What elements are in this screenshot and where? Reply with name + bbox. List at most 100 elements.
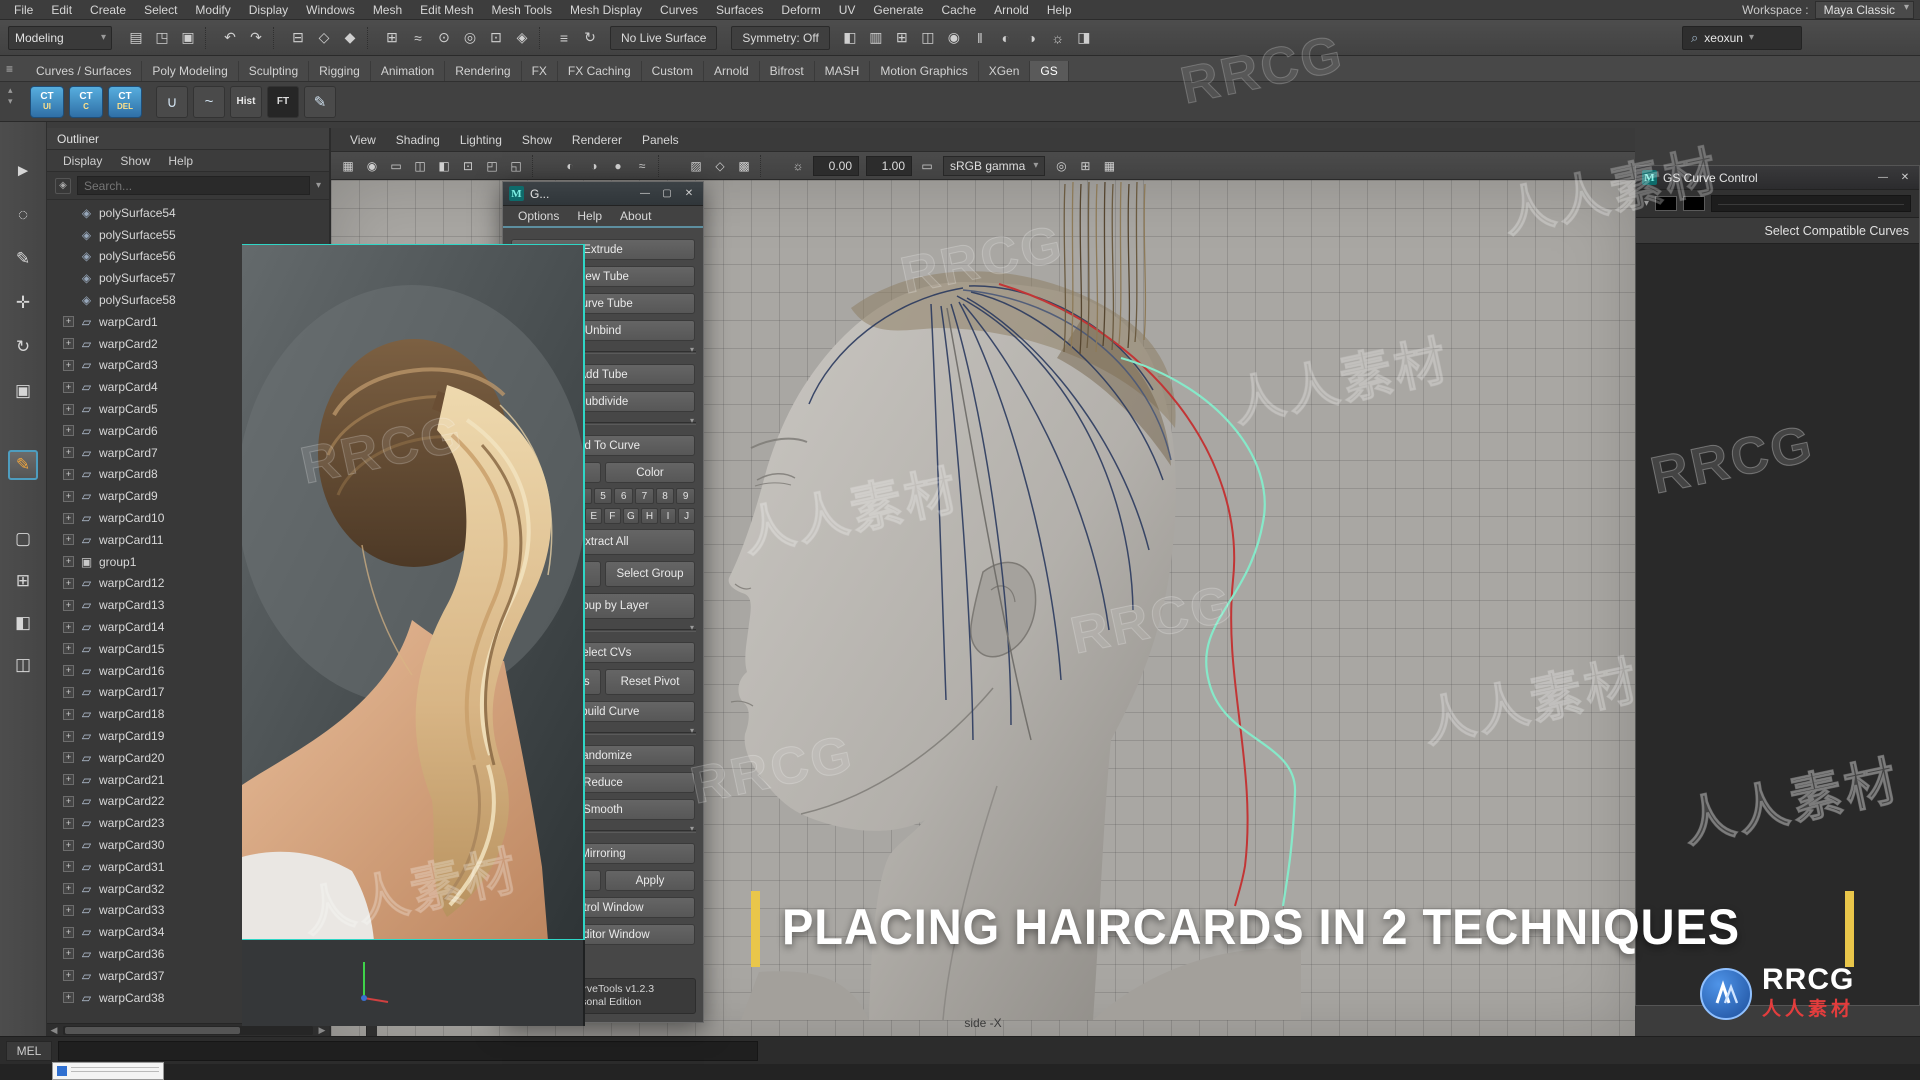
camera-select-icon[interactable]: ▦ (337, 155, 359, 177)
outliner-node-row[interactable]: + polySurface55 (47, 224, 329, 246)
render-icon[interactable]: ◐ (994, 26, 1018, 50)
chevron-down-icon[interactable]: ▾ (1644, 198, 1649, 209)
close-icon[interactable]: ✕ (1897, 172, 1913, 183)
ct-ui-button[interactable]: CT UI (30, 85, 64, 118)
viewport-menu-item[interactable]: View (341, 133, 385, 147)
menu-item[interactable]: Deform (773, 3, 828, 17)
expand-icon[interactable]: + (63, 403, 74, 415)
expand-icon[interactable]: + (63, 926, 74, 938)
digit-button[interactable]: 6 (614, 488, 634, 504)
expand-icon[interactable]: + (63, 839, 74, 851)
file-new-icon[interactable]: ▤ (124, 26, 148, 50)
menu-item[interactable]: Arnold (986, 3, 1037, 17)
render-view-icon[interactable]: ▥ (864, 26, 888, 50)
expand-icon[interactable]: + (63, 686, 74, 698)
outliner-menu-item[interactable]: Help (160, 154, 201, 168)
outliner-node-row[interactable]: + polySurface54 (47, 202, 329, 224)
expand-icon[interactable]: + (63, 752, 74, 764)
reference-photo[interactable] (242, 244, 585, 1026)
rotate-tool-icon[interactable]: ↻ (8, 332, 38, 362)
workspace-selector[interactable]: Maya Classic (1814, 0, 1914, 19)
filter-icon[interactable]: ◈ (55, 177, 71, 194)
expand-icon[interactable]: + (63, 512, 74, 524)
expand-icon[interactable]: + (63, 556, 74, 568)
menu-set-selector[interactable]: Modeling (8, 25, 112, 50)
curve-tool-icon[interactable]: ∪ (156, 85, 188, 118)
output-connections-icon[interactable]: ↻ (578, 26, 602, 50)
expand-icon[interactable]: + (63, 316, 74, 328)
shelf-tab[interactable]: Poly Modeling (142, 61, 239, 81)
lighting-icon[interactable]: ◐ (559, 155, 581, 177)
minimize-icon[interactable]: — (1875, 172, 1891, 183)
menu-item[interactable]: Help (1039, 3, 1080, 17)
menu-item[interactable]: Select (136, 3, 185, 17)
exposure-field[interactable]: 0.00 (813, 155, 859, 176)
shelf-tab[interactable]: Motion Graphics (870, 61, 979, 81)
expand-icon[interactable]: + (63, 970, 74, 982)
viewport-menu-item[interactable]: Show (513, 133, 561, 147)
expand-icon[interactable]: + (63, 861, 74, 873)
reference-photo-image[interactable] (242, 244, 585, 940)
menu-item[interactable]: Edit Mesh (412, 3, 481, 17)
exposure-icon[interactable]: ☼ (787, 155, 809, 177)
shelf-scroll-arrows[interactable]: ▴ ▾ (8, 86, 13, 106)
menu-item[interactable]: Edit (43, 3, 80, 17)
expand-icon[interactable]: + (63, 774, 74, 786)
letter-button[interactable]: G (622, 508, 640, 524)
shelf-tab[interactable]: Custom (642, 61, 704, 81)
shelf-tab[interactable]: Sculpting (239, 61, 310, 81)
curvetools-titlebar[interactable]: M G... — ▢ ✕ (503, 182, 703, 206)
expand-icon[interactable]: + (63, 381, 74, 393)
ct-c-button[interactable]: CT C (69, 85, 103, 118)
shadows-icon[interactable]: ◑ (583, 155, 605, 177)
redo-icon[interactable]: ↷ (244, 26, 268, 50)
cv-curve-icon[interactable]: ~ (193, 85, 225, 118)
hypershade-icon[interactable]: ◨ (1072, 26, 1096, 50)
expand-icon[interactable]: + (63, 359, 74, 371)
menu-item[interactable]: Surfaces (708, 3, 771, 17)
minimize-icon[interactable]: — (637, 188, 653, 199)
digit-button[interactable]: 5 (593, 488, 613, 504)
file-save-icon[interactable]: ▣ (176, 26, 200, 50)
field-icon[interactable]: ⊞ (1074, 155, 1096, 177)
outliner-menu-item[interactable]: Display (55, 154, 110, 168)
letter-button[interactable]: H (641, 508, 658, 524)
menu-item[interactable]: Modify (187, 3, 238, 17)
letter-button[interactable]: F (603, 508, 621, 524)
undo-icon[interactable]: ↶ (218, 26, 242, 50)
ct-del-button[interactable]: CT DEL (108, 85, 142, 118)
snap-point-icon[interactable]: ⊙ (432, 26, 456, 50)
select-component-icon[interactable]: ◆ (338, 26, 362, 50)
scroll-left-icon[interactable]: ◀ (47, 1025, 61, 1036)
expand-icon[interactable]: + (63, 795, 74, 807)
apply-button[interactable]: Apply (605, 870, 695, 891)
expand-icon[interactable]: + (63, 904, 74, 916)
viewport-menu-item[interactable]: Renderer (563, 133, 631, 147)
shelf-tab[interactable]: Rigging (309, 61, 371, 81)
viewport-menu-item[interactable]: Shading (387, 133, 449, 147)
current-tool-icon[interactable]: ✎ (8, 450, 38, 480)
no-live-surface-indicator[interactable]: No Live Surface (610, 25, 718, 50)
select-hierarchy-icon[interactable]: ⊟ (286, 26, 310, 50)
expand-icon[interactable]: + (63, 883, 74, 895)
shelf-tab[interactable]: FX Caching (558, 61, 642, 81)
shelf-tab[interactable]: Arnold (704, 61, 760, 81)
film-gate-icon[interactable]: ▭ (385, 155, 407, 177)
expand-icon[interactable]: + (63, 425, 74, 437)
lasso-tool-icon[interactable]: ◌ (8, 200, 38, 230)
expand-icon[interactable]: + (63, 643, 74, 655)
gamma-field[interactable]: 1.00 (866, 155, 912, 176)
file-open-icon[interactable]: ◳ (150, 26, 174, 50)
shelf-tab[interactable]: Bifrost (760, 61, 815, 81)
separator[interactable] (532, 154, 554, 177)
digit-button[interactable]: 9 (676, 488, 696, 504)
menu-item[interactable]: Mesh Display (562, 3, 650, 17)
maximize-icon[interactable]: ▢ (659, 188, 675, 199)
grid-display-icon[interactable]: ⊞ (890, 26, 914, 50)
shelf-tab[interactable]: FX (522, 61, 558, 81)
curve-list-area[interactable] (1636, 244, 1919, 1005)
colorspace-selector[interactable]: sRGB gamma ▾ (943, 155, 1046, 176)
expand-icon[interactable]: + (63, 490, 74, 502)
input-connections-icon[interactable]: ≡ (552, 26, 576, 50)
shelf-tab[interactable]: Rendering (445, 61, 522, 81)
